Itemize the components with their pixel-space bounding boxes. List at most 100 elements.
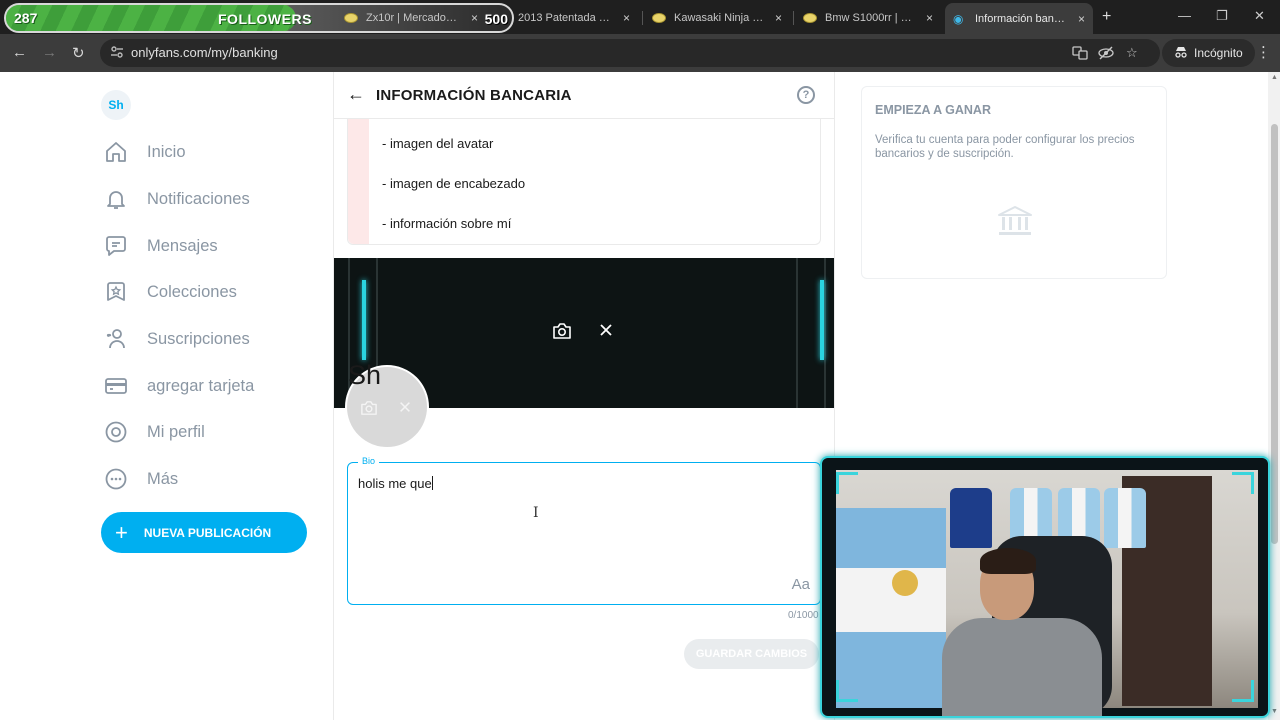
- argentina-flag: [836, 508, 946, 708]
- page-title: INFORMACIÓN BANCARIA: [376, 87, 572, 104]
- sidebar-item-label: Notificaciones: [147, 189, 250, 208]
- address-bar[interactable]: onlyfans.com/my/banking ☆: [100, 39, 1160, 67]
- subscriptions-icon: [106, 329, 125, 349]
- incognito-badge[interactable]: Incógnito: [1162, 39, 1255, 67]
- sidebar-item-mensajes[interactable]: Mensajes: [104, 231, 218, 261]
- minimize-icon[interactable]: —: [1178, 8, 1191, 23]
- tab-title: Bmw S1000rr | Merc: [825, 12, 918, 24]
- tab-close-icon[interactable]: ×: [775, 11, 782, 25]
- avatar-initials: Sh: [348, 360, 382, 390]
- close-window-icon[interactable]: ✕: [1254, 8, 1265, 24]
- remove-avatar-icon[interactable]: [398, 400, 412, 418]
- profile-icon: [105, 421, 127, 443]
- translate-icon[interactable]: [1072, 45, 1088, 64]
- tab-kawasaki-ninja[interactable]: Kawasaki Ninja Zx-10 ×: [644, 4, 790, 32]
- scrollbar-thumb[interactable]: [1271, 124, 1278, 544]
- requirement-item: - información sobre mí: [382, 216, 512, 231]
- followers-goal: 500: [484, 11, 508, 27]
- streamer-webcam-overlay: [820, 456, 1270, 718]
- help-icon[interactable]: ?: [797, 86, 815, 104]
- text-caret: [431, 476, 433, 490]
- bio-textarea[interactable]: Bio holis me que Aa: [347, 456, 821, 605]
- plus-icon: +: [115, 519, 128, 545]
- back-arrow-icon[interactable]: ←: [347, 84, 365, 105]
- streamer-body: [942, 618, 1102, 716]
- cover-glow-left: [362, 280, 366, 360]
- page-header: ← INFORMACIÓN BANCARIA ?: [334, 72, 834, 119]
- bio-text: holis me que: [358, 476, 432, 491]
- sidebar-item-label: Mi perfil: [147, 422, 205, 441]
- scroll-up-arrow-icon[interactable]: ▲: [1271, 74, 1278, 81]
- browser-menu-icon[interactable]: ⋮: [1256, 43, 1271, 61]
- followers-count: 287: [14, 10, 38, 26]
- tab-close-icon[interactable]: ×: [623, 11, 630, 25]
- camera-icon[interactable]: [552, 322, 572, 345]
- tab-mercadolibre-zx10r[interactable]: Zx10r | MercadoLibre ×: [336, 4, 486, 32]
- sidebar-avatar[interactable]: Sh: [101, 90, 131, 120]
- scroll-down-arrow-icon[interactable]: ▼: [1271, 708, 1278, 715]
- tab-close-icon[interactable]: ×: [1078, 12, 1085, 26]
- bio-value: holis me que: [358, 476, 433, 491]
- mercadolibre-favicon-icon: [344, 13, 358, 23]
- url-text[interactable]: onlyfans.com/my/banking: [131, 45, 278, 60]
- card-icon: [105, 378, 127, 394]
- avatar-camera-icon[interactable]: [360, 400, 378, 420]
- new-post-button[interactable]: + NUEVA PUBLICACIÓN: [101, 512, 307, 553]
- jersey: [1104, 488, 1146, 548]
- bio-character-counter: 0/1000: [788, 610, 819, 621]
- requirement-item: - imagen de encabezado: [382, 176, 526, 191]
- mercadolibre-favicon-icon: [652, 13, 666, 23]
- back-arrow-icon[interactable]: ←: [12, 44, 27, 61]
- home-icon: [106, 142, 126, 162]
- tab-title: Kawasaki Ninja Zx-10: [674, 12, 767, 24]
- tab-separator: [642, 11, 643, 25]
- mercadolibre-favicon-icon: [803, 13, 817, 23]
- message-icon: [106, 236, 126, 256]
- sidebar-item-suscripciones[interactable]: Suscripciones: [104, 324, 250, 354]
- bell-icon: [107, 191, 125, 209]
- sidebar-item-label: Suscripciones: [147, 329, 250, 348]
- tracking-protection-eye-icon[interactable]: [1098, 45, 1114, 64]
- start-earning-card: EMPIEZA A GANAR Verifica tu cuenta para …: [861, 86, 1167, 279]
- jersey: [950, 488, 992, 548]
- new-tab-button[interactable]: +: [1102, 8, 1111, 26]
- sidebar-item-label: Más: [147, 469, 179, 488]
- browser-toolbar: ← → ↻ onlyfans.com/my/banking ☆ Incógnit…: [0, 34, 1280, 72]
- sidebar-item-colecciones[interactable]: Colecciones: [104, 277, 237, 307]
- sidebar-item-label: Inicio: [147, 142, 186, 161]
- tab-informacion-bancaria[interactable]: ◉ Información bancaria ×: [945, 3, 1093, 34]
- tab-title: Información bancaria: [975, 12, 1070, 25]
- sidebar-item-label: Colecciones: [147, 282, 237, 301]
- frame-corner: [1232, 680, 1254, 702]
- sidebar-item-mas[interactable]: Más: [104, 464, 178, 494]
- card-description: Verifica tu cuenta para poder configurar…: [875, 134, 1135, 160]
- sidebar-item-notificaciones[interactable]: Notificaciones: [104, 184, 250, 214]
- tab-title: 2013 Patentada 2015: [518, 12, 615, 24]
- tab-close-icon[interactable]: ×: [471, 11, 478, 25]
- remove-cover-icon[interactable]: [598, 322, 614, 343]
- incognito-label: Incógnito: [1194, 46, 1243, 60]
- maximize-icon[interactable]: ❐: [1216, 8, 1228, 24]
- browser-tab-bar: 287 FOLLOWERS 500 Zx10r | MercadoLibre ×…: [0, 0, 1280, 34]
- sidebar-item-mi-perfil[interactable]: Mi perfil: [104, 417, 205, 447]
- bookmark-star-icon[interactable]: ☆: [1126, 45, 1138, 61]
- save-changes-button[interactable]: GUARDAR CAMBIOS: [684, 639, 819, 669]
- tab-bmw-s1000rr[interactable]: Bmw S1000rr | Merc ×: [795, 4, 941, 32]
- sidebar-item-inicio[interactable]: Inicio: [104, 137, 186, 167]
- requirement-item: - imagen del avatar: [382, 136, 494, 151]
- reload-icon[interactable]: ↻: [72, 44, 85, 62]
- notice-accent-bar: [348, 119, 369, 244]
- tab-title: Zx10r | MercadoLibre: [366, 12, 463, 24]
- requirements-notice: - imagen del avatar - imagen de encabeza…: [347, 119, 821, 245]
- frame-corner: [836, 472, 858, 494]
- tab-patentada[interactable]: 2013 Patentada 2015 ×: [512, 4, 638, 32]
- tab-separator: [793, 11, 794, 25]
- text-format-icon[interactable]: Aa: [792, 576, 810, 593]
- followers-label: FOLLOWERS: [218, 11, 312, 27]
- cover-glow-right: [820, 280, 824, 360]
- site-info-icon[interactable]: [110, 45, 124, 59]
- incognito-icon: [1174, 46, 1188, 61]
- forward-arrow-icon[interactable]: →: [42, 44, 57, 61]
- sidebar-item-agregar-tarjeta[interactable]: agregar tarjeta: [104, 371, 254, 401]
- tab-close-icon[interactable]: ×: [926, 11, 933, 25]
